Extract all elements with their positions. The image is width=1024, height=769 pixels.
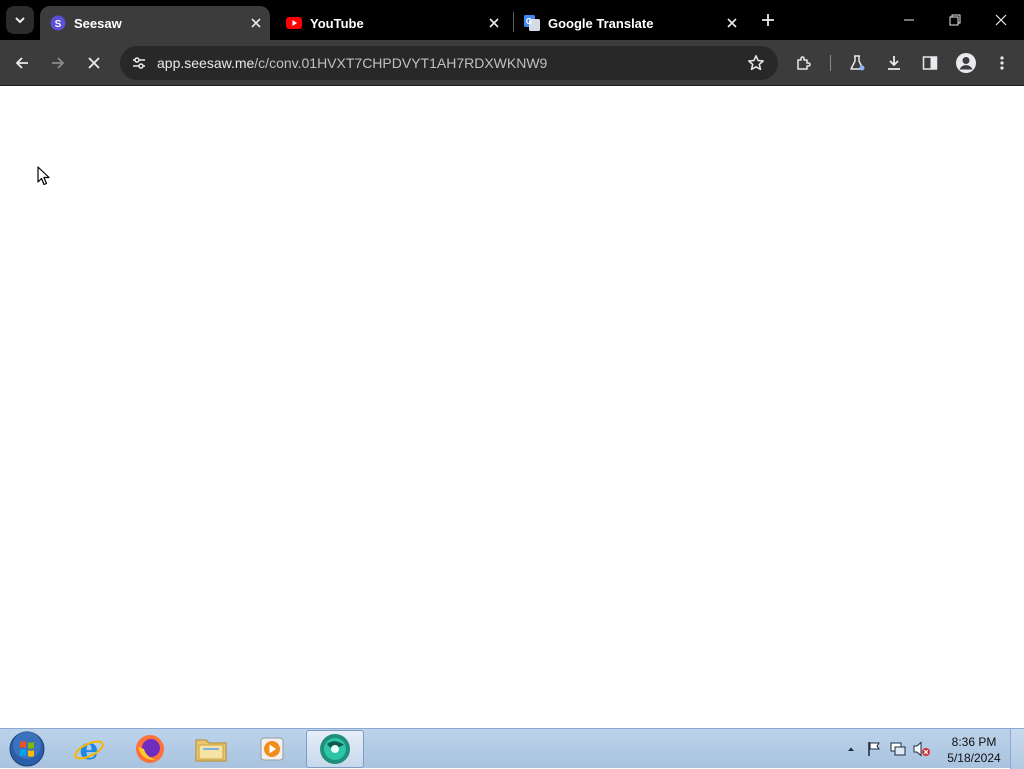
start-button[interactable] — [7, 730, 47, 768]
downloads-button[interactable] — [878, 47, 910, 79]
page-content — [0, 87, 1024, 728]
minimize-icon — [904, 19, 914, 21]
action-center-button[interactable] — [865, 740, 883, 758]
tab-title: Seesaw — [74, 15, 122, 31]
network-button[interactable] — [889, 740, 907, 758]
show-hidden-icons-button[interactable] — [842, 740, 860, 758]
tab-seesaw[interactable]: S Seesaw — [40, 6, 270, 40]
mouse-cursor-icon — [37, 166, 51, 191]
media-player-icon — [260, 737, 284, 761]
chevron-down-icon — [15, 17, 25, 24]
close-window-button[interactable] — [978, 0, 1024, 40]
show-desktop-button[interactable] — [1010, 729, 1024, 769]
url-path: /c/conv.01HVXT7CHPDVYT1AH7RDXWKNW9 — [254, 55, 548, 71]
youtube-icon — [286, 15, 302, 31]
stop-loading-button[interactable] — [78, 47, 110, 79]
tab-strip: S Seesaw YouTube G Google Translate — [0, 0, 1024, 40]
puzzle-icon — [797, 56, 811, 70]
side-panel-button[interactable] — [914, 47, 946, 79]
close-icon[interactable] — [484, 13, 504, 33]
star-icon — [748, 55, 764, 71]
restore-button[interactable] — [932, 0, 978, 40]
network-icon — [890, 742, 906, 756]
volume-button[interactable] — [913, 740, 931, 758]
arrow-right-icon — [52, 57, 65, 69]
clock-time: 8:36 PM — [951, 735, 997, 749]
flag-icon — [868, 742, 880, 756]
internet-explorer-icon: e — [74, 733, 104, 765]
taskbar-file-explorer[interactable] — [182, 730, 240, 768]
restore-icon — [949, 14, 961, 26]
forward-button[interactable] — [42, 47, 74, 79]
plus-icon — [762, 14, 774, 26]
tab-search-button[interactable] — [6, 6, 34, 34]
browser-toolbar: app.seesaw.me/c/conv.01HVXT7CHPDVYT1AH7R… — [0, 40, 1024, 86]
address-bar[interactable]: app.seesaw.me/c/conv.01HVXT7CHPDVYT1AH7R… — [120, 46, 778, 80]
flask-icon — [850, 55, 865, 71]
arrow-left-icon — [15, 57, 28, 69]
svg-text:G: G — [526, 17, 532, 26]
more-vertical-icon — [1000, 56, 1004, 70]
svg-text:S: S — [55, 19, 62, 30]
url-host: app.seesaw.me — [157, 55, 255, 71]
taskbar-media-player[interactable] — [243, 730, 301, 768]
close-icon — [995, 14, 1007, 26]
windows-logo-icon — [9, 731, 45, 767]
back-button[interactable] — [6, 47, 38, 79]
toolbar-divider — [830, 55, 831, 71]
close-icon[interactable] — [246, 13, 266, 33]
chevron-up-icon — [848, 747, 854, 751]
bookmark-button[interactable] — [744, 51, 768, 75]
new-tab-button[interactable] — [756, 8, 780, 32]
side-panel-icon — [922, 56, 938, 70]
download-icon — [888, 56, 900, 70]
close-icon[interactable] — [722, 13, 742, 33]
tab-title: Google Translate — [548, 15, 654, 31]
close-icon — [88, 57, 100, 69]
extensions-button[interactable] — [788, 47, 820, 79]
labs-button[interactable] — [841, 47, 873, 79]
google-translate-icon: G — [524, 15, 540, 31]
avatar-icon — [956, 53, 976, 73]
tune-icon — [133, 57, 145, 69]
profile-button[interactable] — [950, 47, 982, 79]
folder-icon — [195, 739, 227, 762]
windows-taskbar: e 8:36 PM 5/18/2024 — [0, 728, 1024, 769]
site-info-button[interactable] — [126, 50, 152, 76]
tab-youtube[interactable]: YouTube — [276, 6, 508, 40]
chrome-app-icon — [320, 734, 350, 764]
url-text[interactable]: app.seesaw.me/c/conv.01HVXT7CHPDVYT1AH7R… — [157, 55, 547, 71]
taskbar-firefox[interactable] — [121, 730, 179, 768]
firefox-icon — [136, 735, 164, 763]
clock-date: 5/18/2024 — [947, 751, 1001, 765]
menu-button[interactable] — [986, 47, 1018, 79]
minimize-button[interactable] — [886, 0, 932, 40]
seesaw-icon: S — [50, 15, 66, 31]
tab-google-translate[interactable]: G Google Translate — [514, 6, 746, 40]
taskbar-chrome-app[interactable] — [306, 730, 364, 768]
svg-text:e: e — [79, 733, 98, 765]
volume-muted-icon — [913, 741, 930, 757]
system-clock[interactable]: 8:36 PM 5/18/2024 — [944, 734, 1004, 766]
tab-title: YouTube — [310, 15, 364, 31]
taskbar-internet-explorer[interactable]: e — [60, 730, 118, 768]
